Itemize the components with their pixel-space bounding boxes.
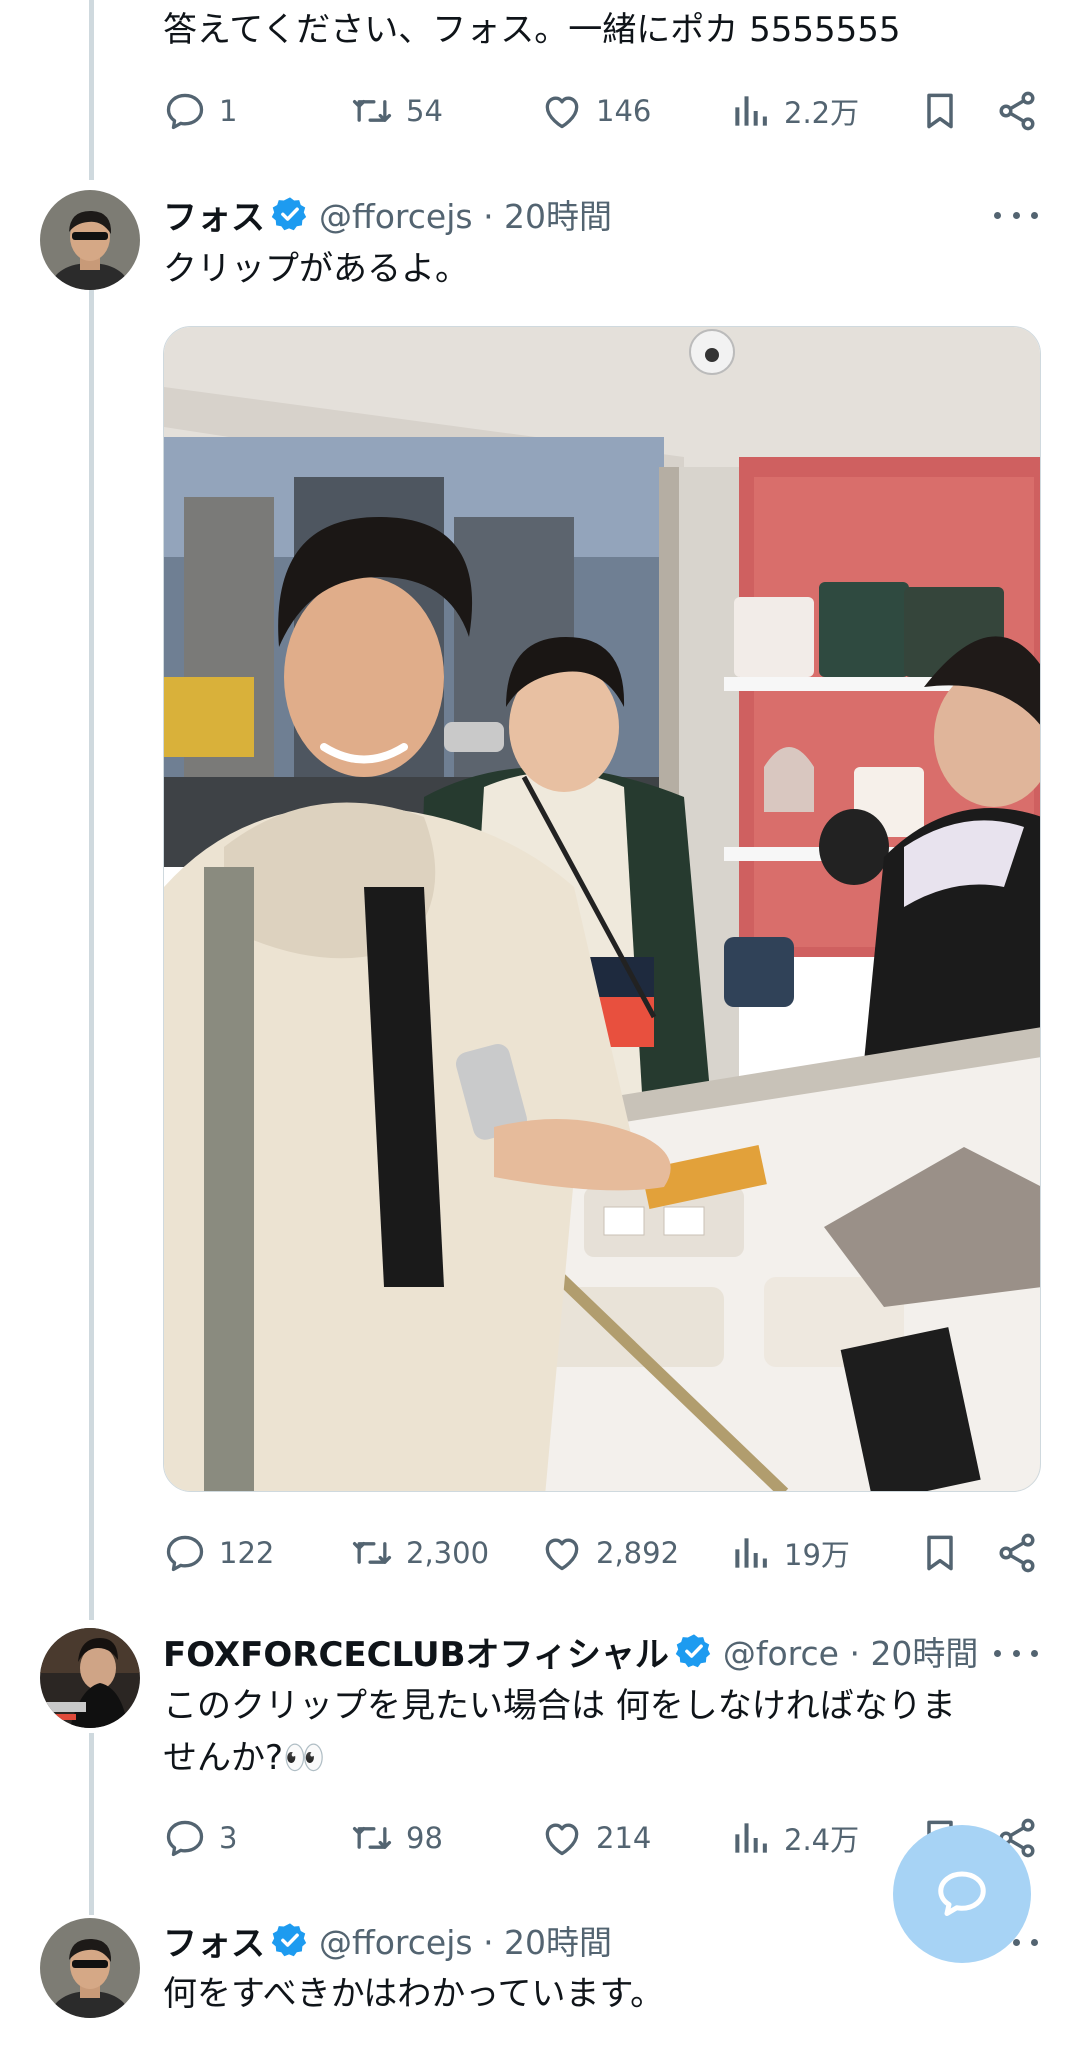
views-count: 2.2万 [784, 96, 860, 130]
like-button[interactable]: 146 [540, 83, 651, 139]
retweet-button[interactable]: 98 [350, 1810, 443, 1866]
tweet-1-actions: 1 54 146 2.2万 [163, 83, 1043, 139]
handle-and-time[interactable]: @force · 20時間 [723, 1627, 979, 1675]
more-options-button[interactable] [994, 205, 1038, 225]
like-button[interactable]: 214 [540, 1810, 651, 1866]
handle-and-time[interactable]: @fforcejs · 20時間 [319, 1916, 612, 1964]
views-button[interactable]: 2.4万 [728, 1810, 859, 1866]
bookmark-button[interactable] [918, 83, 962, 139]
display-name[interactable]: フォス [163, 190, 265, 239]
share-icon [995, 1531, 1039, 1575]
share-button[interactable] [995, 83, 1039, 139]
profile-photo [40, 1628, 140, 1728]
reply-button[interactable]: 122 [163, 1525, 274, 1581]
retweet-count: 2,300 [406, 1536, 490, 1570]
like-count: 146 [596, 94, 652, 128]
retweet-icon [350, 1816, 394, 1860]
tweet-2-text: クリップがあるよ。 [163, 249, 469, 289]
bar-chart-icon [728, 89, 772, 133]
reply-count: 3 [219, 1821, 238, 1855]
share-icon [995, 89, 1039, 133]
tweet-media-photo[interactable] [163, 326, 1041, 1492]
tweet-2-header: フォス @fforcejs · 20時間 [163, 189, 612, 239]
reply-count: 122 [219, 1536, 275, 1570]
verified-badge-icon [271, 195, 309, 233]
more-dot [1012, 211, 1020, 219]
speech-bubble-icon [163, 1816, 207, 1860]
thread-line-1 [89, 290, 94, 1620]
display-name[interactable]: FOXFORCECLUBオフィシャル [163, 1627, 669, 1676]
tweet-3-header: FOXFORCECLUBオフィシャル @force · 20時間 [163, 1626, 978, 1676]
more-dot [1012, 1649, 1020, 1657]
more-dot [1031, 211, 1038, 219]
views-button[interactable]: 19万 [728, 1525, 850, 1581]
share-button[interactable] [995, 1525, 1039, 1581]
compose-message-button[interactable] [893, 1825, 1031, 1963]
display-name[interactable]: フォス [163, 1916, 265, 1965]
speech-bubble-icon [163, 89, 207, 133]
retweet-icon [350, 89, 394, 133]
verified-badge-icon [675, 1632, 713, 1670]
profile-photo [40, 1918, 140, 2018]
tweet-3-text-line-2: せんか?👀 [163, 1738, 326, 1778]
more-dot [1031, 1938, 1038, 1946]
tweet-2-actions: 122 2,300 2,892 19万 [163, 1525, 1043, 1581]
thread-line-2 [89, 1733, 94, 1915]
heart-icon [540, 89, 584, 133]
profile-photo [40, 190, 140, 290]
bar-chart-icon [728, 1531, 772, 1575]
tweet-3-text-line-1: このクリップを見たい場合は 何をしなければなりま [163, 1686, 956, 1726]
speech-bubble-icon [163, 1531, 207, 1575]
bookmark-button[interactable] [918, 1525, 962, 1581]
like-count: 2,892 [596, 1536, 680, 1570]
more-dot [1031, 1649, 1038, 1657]
photo-jewelry-store [164, 327, 1040, 1491]
bookmark-icon [918, 89, 962, 133]
heart-icon [540, 1816, 584, 1860]
handle-and-time[interactable]: @fforcejs · 20時間 [319, 190, 612, 238]
retweet-count: 98 [406, 1821, 443, 1855]
views-count: 2.4万 [784, 1823, 860, 1857]
reply-button[interactable]: 3 [163, 1810, 237, 1866]
tweet-4-text: 何をすべきかはわかっています。 [163, 1974, 665, 2014]
bar-chart-icon [728, 1816, 772, 1860]
views-count: 19万 [784, 1538, 850, 1572]
more-dot [994, 211, 1001, 219]
tweet-4-header: フォス @fforcejs · 20時間 [163, 1915, 612, 1965]
reply-button[interactable]: 1 [163, 83, 237, 139]
heart-icon [540, 1531, 584, 1575]
views-button[interactable]: 2.2万 [728, 83, 859, 139]
retweet-icon [350, 1531, 394, 1575]
retweet-count: 54 [406, 94, 443, 128]
compose-message-icon [938, 1871, 986, 1916]
retweet-button[interactable]: 54 [350, 83, 443, 139]
more-options-button[interactable] [994, 1643, 1038, 1663]
tweet-1-text: 答えてください、フォス。一緒にポカ 5555555 [163, 10, 901, 50]
like-count: 214 [596, 1821, 652, 1855]
verified-badge-icon [271, 1921, 309, 1959]
avatar-fforcejs[interactable] [40, 190, 140, 290]
avatar-fforcejs[interactable] [40, 1918, 140, 2018]
retweet-button[interactable]: 2,300 [350, 1525, 489, 1581]
more-dot [994, 1649, 1001, 1657]
thread-line-top [89, 0, 94, 180]
avatar-foxforceclub[interactable] [40, 1628, 140, 1728]
bookmark-icon [918, 1531, 962, 1575]
like-button[interactable]: 2,892 [540, 1525, 679, 1581]
reply-count: 1 [219, 94, 238, 128]
